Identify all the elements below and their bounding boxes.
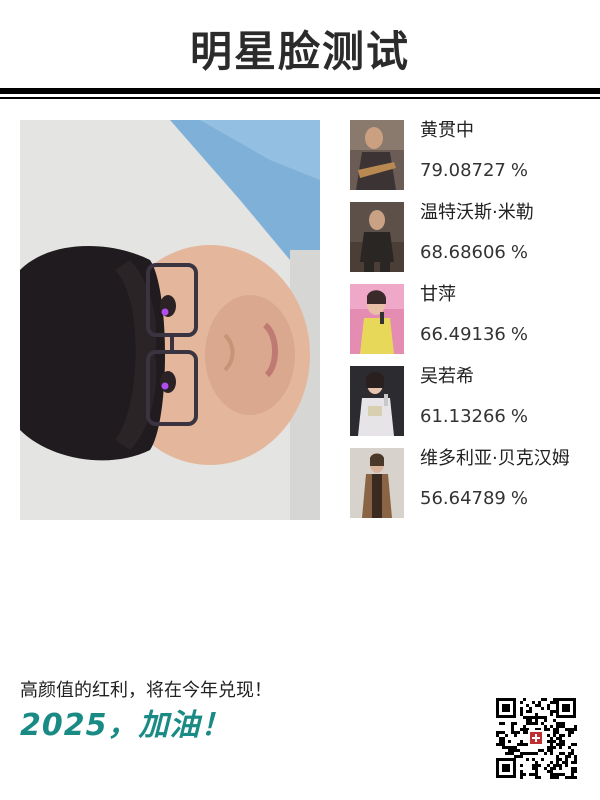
page-title: 明星脸测试 [189, 27, 410, 76]
similarity-score: 66.49136% [420, 324, 528, 346]
score-unit: % [510, 160, 528, 181]
celebrity-name: 吴若希 [420, 366, 474, 387]
score-value: 56.64789 [420, 488, 506, 509]
similarity-score: 56.64789% [420, 488, 528, 510]
celebrity-photo-icon [350, 284, 404, 354]
celebrity-photo-icon [350, 366, 404, 436]
slogan-text: 高颜值的红利，将在今年兑现！ [20, 680, 272, 701]
score-unit: % [510, 488, 528, 509]
score-value: 79.08727 [420, 160, 506, 181]
celebrity-photo-icon [350, 120, 404, 190]
score-unit: % [510, 324, 528, 345]
celebrity-photo-icon [350, 202, 404, 272]
similarity-score: 68.68606% [420, 242, 528, 264]
score-value: 66.49136 [420, 324, 506, 345]
list-item: 温特沃斯·米勒 68.68606% [350, 202, 600, 274]
score-value: 61.13266 [420, 406, 506, 427]
celebrity-name: 黄贯中 [420, 120, 474, 141]
similarity-score: 61.13266% [420, 406, 528, 428]
list-item: 维多利亚·贝克汉姆 56.64789% [350, 448, 600, 520]
list-item: 甘萍 66.49136% [350, 284, 600, 356]
celebrity-name: 甘萍 [420, 284, 456, 305]
header-divider-thin [0, 97, 600, 99]
list-item: 黄贯中 79.08727% [350, 120, 600, 192]
similarity-score: 79.08727% [420, 160, 528, 182]
qr-code-icon[interactable] [494, 696, 578, 780]
user-photo-icon [20, 120, 320, 520]
score-unit: % [510, 242, 528, 263]
motto-text: 2025，加油！ [20, 708, 232, 743]
celebrity-photo-icon [350, 448, 404, 518]
uploaded-face-photo [20, 120, 320, 520]
score-value: 68.68606 [420, 242, 506, 263]
celebrity-name: 维多利亚·贝克汉姆 [420, 448, 570, 469]
celebrity-name: 温特沃斯·米勒 [420, 202, 534, 223]
score-unit: % [510, 406, 528, 427]
list-item: 吴若希 61.13266% [350, 366, 600, 438]
header-divider-thick [0, 88, 600, 94]
